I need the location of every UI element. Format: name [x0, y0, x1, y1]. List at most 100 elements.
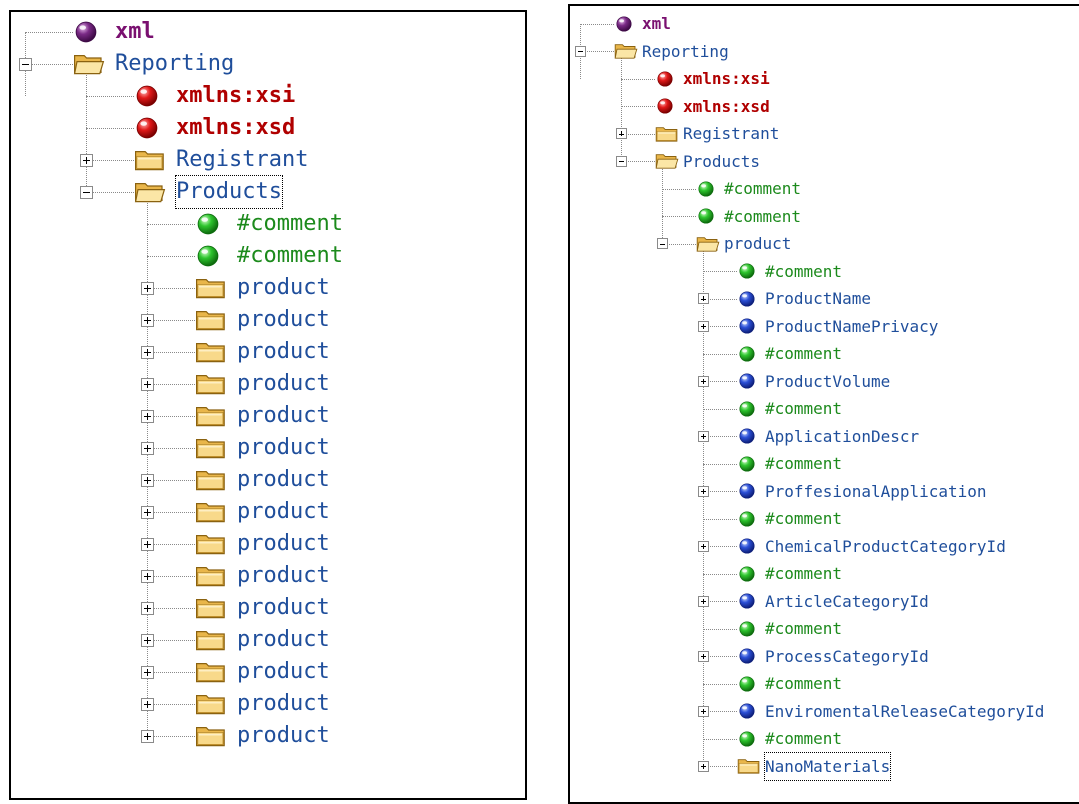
tree-node-label[interactable]: #comment — [724, 175, 801, 203]
tree-node-label[interactable]: product — [237, 368, 330, 400]
expand-icon[interactable] — [140, 505, 154, 519]
tree-node-label[interactable]: product — [237, 592, 330, 624]
collapse-icon[interactable] — [615, 155, 627, 167]
tree-connector-horizontal — [703, 353, 737, 355]
tree-node-label[interactable]: #comment — [237, 240, 343, 272]
expand-icon[interactable] — [140, 537, 154, 551]
tree-node-label[interactable]: ChemicalProductCategoryId — [765, 533, 1006, 561]
expand-icon[interactable] — [697, 650, 709, 662]
expand-icon[interactable] — [615, 128, 627, 140]
tree-node-label[interactable]: Reporting — [115, 48, 234, 80]
tree-node-label[interactable]: product — [237, 528, 330, 560]
tree-node-label[interactable]: #comment — [765, 395, 842, 423]
expand-icon[interactable] — [140, 313, 154, 327]
expand-icon[interactable] — [140, 473, 154, 487]
tree-node-label[interactable]: xmlns:xsd — [683, 93, 770, 121]
tree-connector-horizontal — [147, 288, 195, 289]
tree-node-label[interactable]: xmlns:xsi — [683, 65, 770, 93]
tree-node-label[interactable]: xmlns:xsd — [176, 112, 295, 144]
xml-tree-view-right[interactable]: xml Reporting xmlns:xsi xmlns:xsd Registrant… — [568, 4, 1079, 804]
tree-connector-horizontal — [147, 480, 195, 481]
expand-icon[interactable] — [140, 729, 154, 743]
blue-ball-icon — [739, 373, 755, 393]
expand-icon[interactable] — [697, 485, 709, 497]
tree-node-label[interactable]: xml — [642, 10, 671, 38]
tree-node-label[interactable]: ArticleCategoryId — [765, 588, 929, 616]
tree-node-label[interactable]: ProcessCategoryId — [765, 643, 929, 671]
tree-node-label[interactable]: #comment — [765, 670, 842, 698]
tree-connector-vertical — [86, 70, 87, 192]
expand-icon[interactable] — [140, 665, 154, 679]
expand-icon[interactable] — [140, 633, 154, 647]
folder-icon — [195, 628, 227, 656]
expand-icon[interactable] — [697, 293, 709, 305]
expand-icon[interactable] — [140, 441, 154, 455]
tree-node-label[interactable]: Products — [175, 175, 283, 209]
expand-icon[interactable] — [140, 345, 154, 359]
expand-icon[interactable] — [140, 281, 154, 295]
expand-icon[interactable] — [697, 320, 709, 332]
tree-node-label[interactable]: EnviromentalReleaseCategoryId — [765, 698, 1044, 726]
blue-ball-icon — [739, 291, 755, 311]
tree-node-label[interactable]: #comment — [724, 203, 801, 231]
blue-ball-icon — [739, 483, 755, 503]
xml-tree-view-left[interactable]: xml Reporting xmlns:xsi xmlns:xsd Registrant… — [9, 10, 527, 800]
tree-node-label[interactable]: product — [237, 272, 330, 304]
tree-node-label[interactable]: Products — [683, 148, 760, 176]
tree-node-label[interactable]: product — [237, 720, 330, 752]
collapse-icon[interactable] — [574, 45, 586, 57]
tree-node-label[interactable]: product — [237, 432, 330, 464]
tree-node-label[interactable]: Registrant — [176, 144, 308, 176]
tree-connector-vertical — [621, 57, 622, 162]
expand-icon[interactable] — [140, 377, 154, 391]
tree-node-label[interactable]: #comment — [765, 340, 842, 368]
tree-connector-horizontal — [703, 518, 737, 520]
tree-node-label[interactable]: product — [237, 304, 330, 336]
tree-node-label[interactable]: product — [724, 230, 791, 258]
expand-icon[interactable] — [140, 409, 154, 423]
blue-ball-icon — [739, 648, 755, 668]
tree-node-label[interactable]: #comment — [765, 725, 842, 753]
tree-node-label[interactable]: Reporting — [642, 38, 729, 66]
tree-node-label[interactable]: product — [237, 560, 330, 592]
expand-icon[interactable] — [140, 601, 154, 615]
expand-icon[interactable] — [697, 705, 709, 717]
tree-node-label[interactable]: #comment — [765, 560, 842, 588]
expand-icon[interactable] — [697, 760, 709, 772]
collapse-icon[interactable] — [656, 238, 668, 250]
tree-node-label[interactable]: product — [237, 624, 330, 656]
expand-icon[interactable] — [140, 697, 154, 711]
tree-node-label[interactable]: product — [237, 496, 330, 528]
tree-node-label[interactable]: Registrant — [683, 120, 779, 148]
blue-ball-icon — [739, 538, 755, 558]
folder-icon — [195, 500, 227, 528]
tree-connector-horizontal — [580, 23, 614, 25]
tree-node-label[interactable]: xmlns:xsi — [176, 80, 295, 112]
tree-node-label[interactable]: xml — [115, 16, 155, 48]
tree-node-label[interactable]: #comment — [765, 615, 842, 643]
expand-icon[interactable] — [697, 540, 709, 552]
tree-node-label[interactable]: #comment — [765, 505, 842, 533]
expand-icon[interactable] — [697, 375, 709, 387]
tree-node-label[interactable]: ProffesionalApplication — [765, 478, 987, 506]
tree-node-label[interactable]: #comment — [765, 450, 842, 478]
tree-node-label[interactable]: product — [237, 656, 330, 688]
tree-node-label[interactable]: NanoMaterials — [763, 751, 892, 781]
expand-icon[interactable] — [140, 569, 154, 583]
expand-icon[interactable] — [79, 153, 93, 167]
tree-node-label[interactable]: product — [237, 464, 330, 496]
tree-node-label[interactable]: #comment — [237, 208, 343, 240]
tree-node-label[interactable]: product — [237, 400, 330, 432]
tree-node-label[interactable]: product — [237, 336, 330, 368]
tree-node-label[interactable]: ProductVolume — [765, 368, 890, 396]
expand-icon[interactable] — [697, 595, 709, 607]
tree-node-label[interactable]: ProductNamePrivacy — [765, 313, 938, 341]
collapse-icon[interactable] — [79, 185, 93, 199]
tree-node-label[interactable]: #comment — [765, 258, 842, 286]
tree-node-label[interactable]: ApplicationDescr — [765, 423, 919, 451]
tree-node-label[interactable]: ProductName — [765, 285, 871, 313]
collapse-icon[interactable] — [18, 57, 32, 71]
open-folder-icon — [134, 180, 166, 208]
expand-icon[interactable] — [697, 430, 709, 442]
tree-node-label[interactable]: product — [237, 688, 330, 720]
